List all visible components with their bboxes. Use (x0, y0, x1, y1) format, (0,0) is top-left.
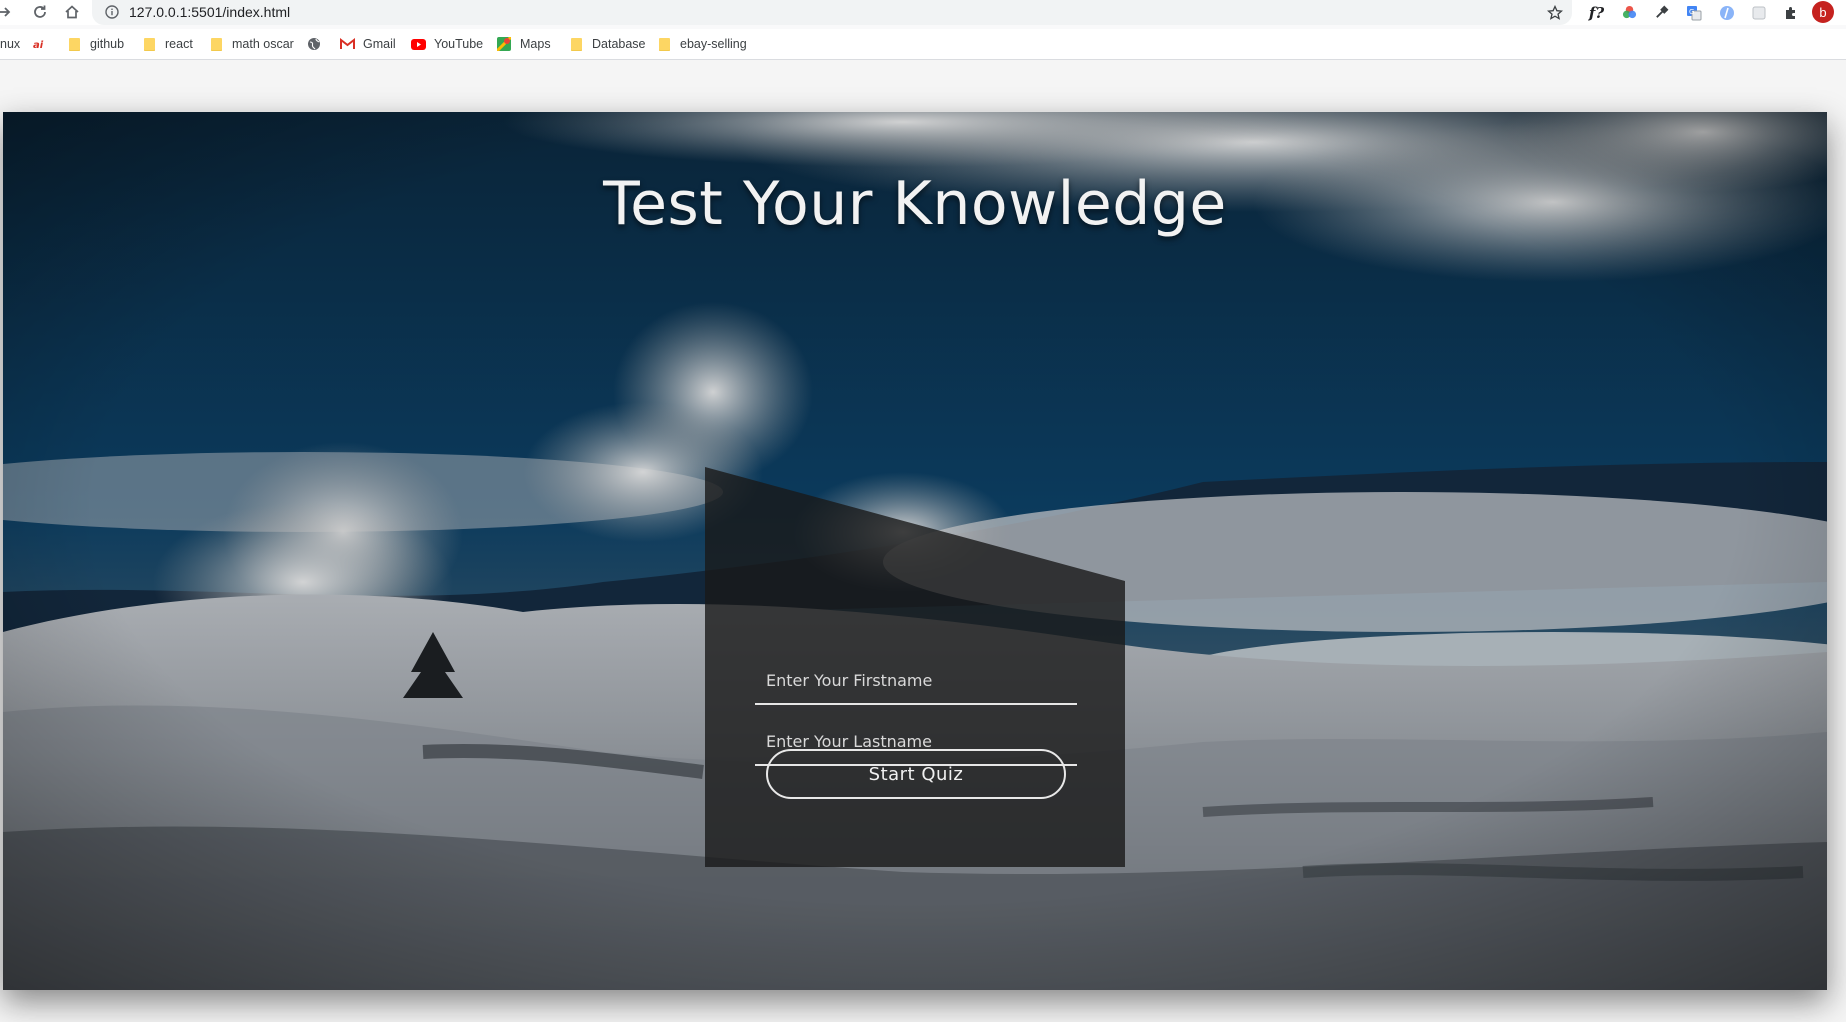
bookmark-label: nux (0, 37, 21, 51)
folder-icon (656, 36, 672, 52)
bookmark-label: Gmail (363, 37, 396, 51)
color-wheel-icon[interactable] (1619, 2, 1640, 23)
firstname-field (755, 657, 1077, 705)
folder-icon (66, 36, 82, 52)
toolbar-icons: f? G b (1544, 1, 1846, 23)
eyedropper-icon[interactable] (1651, 2, 1672, 23)
reload-icon[interactable] (30, 2, 50, 22)
globe-icon (306, 36, 322, 52)
svg-text:G: G (1689, 8, 1694, 16)
bookmark-label: react (165, 37, 193, 51)
gmail-icon (339, 36, 355, 52)
bookmark-label: math oscar (232, 37, 294, 51)
bookmarks-bar: nux ai github react math oscar Gmail You… (0, 29, 1846, 60)
youtube-icon (410, 36, 426, 52)
bookmark-item[interactable]: nux (0, 35, 20, 53)
puzzle-icon[interactable] (1780, 2, 1801, 23)
star-icon[interactable] (1544, 2, 1565, 23)
bookmark-item[interactable]: ai (33, 35, 57, 53)
url-text[interactable]: 127.0.0.1:5501/index.html (129, 4, 290, 20)
firstname-input[interactable] (755, 657, 1077, 703)
bookmark-label: ebay-selling (680, 37, 747, 51)
bookmark-label: Database (592, 37, 646, 51)
browser-address-bar: 127.0.0.1:5501/index.html f? G b (0, 0, 1846, 25)
font-f-icon[interactable]: f? (1586, 2, 1607, 23)
bookmark-item[interactable]: Database (568, 35, 646, 53)
bookmark-item[interactable]: math oscar (208, 35, 294, 53)
bookmark-item[interactable]: github (66, 35, 124, 53)
bookmark-label: YouTube (434, 37, 484, 51)
bookmark-item[interactable]: Gmail (339, 35, 396, 53)
bookmark-item[interactable] (306, 35, 330, 53)
omnibox[interactable] (92, 0, 1572, 25)
brand-red-icon: ai (33, 36, 49, 52)
bookmark-item[interactable]: YouTube (410, 35, 483, 53)
bookmark-label: github (90, 37, 125, 51)
bookmark-item[interactable]: Maps (496, 35, 551, 53)
extension-icon[interactable] (1716, 2, 1737, 23)
folder-icon (141, 36, 157, 52)
folder-icon (208, 36, 224, 52)
bookmark-item[interactable]: ebay-selling (656, 35, 747, 53)
page-title: Test Your Knowledge (603, 169, 1227, 239)
hero-section: Test Your Knowledge Start Quiz (3, 112, 1827, 990)
home-icon[interactable] (62, 2, 82, 22)
translate-icon[interactable]: G (1683, 2, 1704, 23)
bookmark-item[interactable]: react (141, 35, 193, 53)
svg-text:ai: ai (33, 40, 44, 50)
maps-icon (496, 36, 512, 52)
profile-avatar[interactable]: b (1812, 1, 1834, 23)
folder-icon (568, 36, 584, 52)
start-quiz-button[interactable]: Start Quiz (766, 749, 1066, 799)
forward-icon[interactable] (0, 2, 14, 22)
bookmark-label: Maps (520, 37, 551, 51)
site-info-icon[interactable] (104, 4, 120, 20)
extension-icon[interactable] (1748, 2, 1769, 23)
